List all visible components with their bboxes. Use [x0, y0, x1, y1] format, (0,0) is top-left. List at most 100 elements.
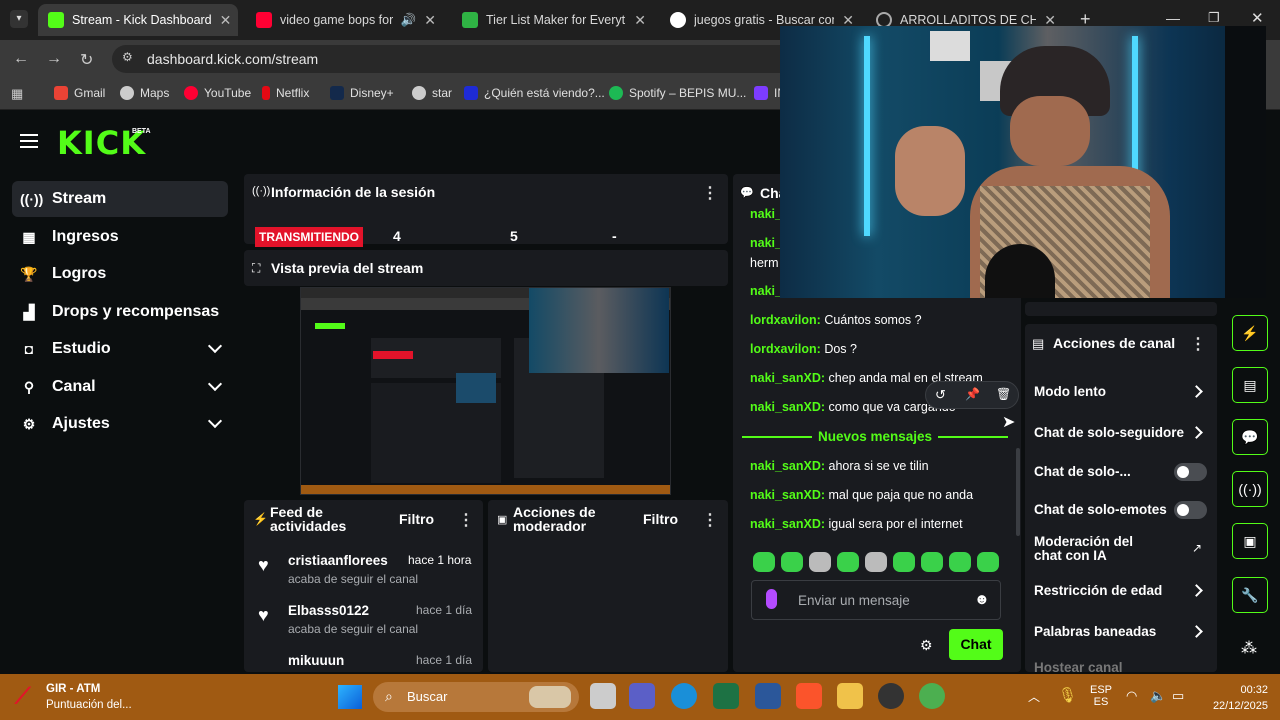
emote-icon[interactable] [781, 552, 803, 572]
quick-action-broadcast-icon[interactable]: ((·)) [1232, 471, 1268, 507]
chrome-icon[interactable] [919, 683, 945, 709]
bookmark-star[interactable]: star [412, 86, 452, 100]
widget-title[interactable]: GIR - ATM [46, 683, 100, 695]
chat-settings-gear-icon[interactable]: ⚙ [920, 637, 933, 654]
close-tab-icon[interactable]: ✕ [634, 12, 646, 29]
menu-icon[interactable] [20, 134, 38, 148]
sidebar-item-ingresos[interactable]: ▦ Ingresos [12, 219, 228, 255]
more-options-icon[interactable]: ⋮ [702, 510, 718, 530]
chat-username[interactable]: naki_ [750, 207, 782, 221]
bookmark-maps[interactable]: Maps [120, 86, 169, 100]
brave-icon[interactable] [796, 683, 822, 709]
emote-icon[interactable] [977, 552, 999, 572]
reload-icon[interactable]: ↻ [80, 50, 93, 70]
action-age-restriction[interactable]: Restricción de edad [1034, 583, 1162, 598]
quick-action-notes-icon[interactable]: ▤ [1232, 367, 1268, 403]
quick-action-wrench-icon[interactable]: 🔧 [1232, 577, 1268, 613]
close-tab-icon[interactable]: ✕ [424, 12, 436, 29]
site-info-icon[interactable]: ⚙ [122, 50, 133, 64]
send-chat-button[interactable]: Chat [949, 629, 1003, 660]
quick-action-chat-icon[interactable]: 💬 [1232, 419, 1268, 455]
sidebar-item-ajustes[interactable]: ⚙ Ajustes [12, 406, 228, 442]
emoji-icon[interactable]: ☻ [974, 591, 990, 608]
action-ai-moderation[interactable]: Moderación del chat con IA [1034, 535, 1164, 563]
sidebar-item-drops[interactable]: ▟ Drops y recompensas [12, 294, 228, 330]
chevron-up-icon[interactable]: ︿ [1028, 688, 1040, 705]
emote-icon[interactable] [837, 552, 859, 572]
solo-emotes-toggle[interactable] [1174, 501, 1207, 519]
solo-subs-toggle[interactable] [1174, 463, 1207, 481]
tab-tier-list[interactable]: Tier List Maker for Everythin ✕ [452, 4, 656, 36]
chat-username[interactable]: naki_ [750, 284, 782, 298]
microphone-icon[interactable] [766, 589, 777, 609]
action-banned-words[interactable]: Palabras baneadas [1034, 624, 1156, 639]
bookmark-netflix[interactable]: Netflix [262, 86, 309, 100]
external-link-icon[interactable]: ↗ [1192, 541, 1202, 555]
emote-icon[interactable] [753, 552, 775, 572]
chat-input[interactable]: Enviar un mensaje ☻ [751, 580, 1001, 620]
chat-username[interactable]: naki_sanXD: [750, 459, 825, 473]
file-explorer-icon[interactable] [837, 683, 863, 709]
clock-time[interactable]: 00:32 [1238, 684, 1268, 696]
widget-subtitle[interactable]: Puntuación del... [46, 699, 132, 711]
edge-icon[interactable] [671, 683, 697, 709]
action-host-channel[interactable]: Hostear canal [1034, 660, 1123, 672]
bookmark-spotify[interactable]: Spotify – BEPIS MU... [609, 86, 746, 100]
chat-scrollbar[interactable] [1016, 448, 1020, 536]
sidebar-item-stream[interactable]: ((·)) Stream [12, 181, 228, 217]
quick-action-layout-icon[interactable]: ▣ [1232, 523, 1268, 559]
close-tab-icon[interactable]: ✕ [220, 12, 232, 29]
microphone-tray-icon[interactable]: 🎙 [1058, 686, 1077, 704]
feed-user[interactable]: cristiaanflorees [288, 553, 388, 568]
trash-icon[interactable]: 🗑 [996, 387, 1011, 401]
bookmark-youtube[interactable]: YouTube [184, 86, 251, 100]
bookmark-gmail[interactable]: Gmail [54, 86, 105, 100]
undo-icon[interactable]: ↺ [935, 387, 946, 403]
chat-username[interactable]: naki_sanXD: [750, 517, 825, 531]
stream-preview-video[interactable] [300, 287, 671, 495]
action-solo-seguidores[interactable]: Chat de solo-seguidore [1034, 425, 1184, 440]
maximize-icon[interactable]: ❐ [1208, 10, 1220, 26]
bookmark-disney[interactable]: Disney+ [330, 86, 394, 100]
emote-icon[interactable] [921, 552, 943, 572]
mod-filter-button[interactable]: Filtro [643, 511, 678, 527]
chat-username[interactable]: naki_sanXD: [750, 371, 825, 385]
tab-youtube[interactable]: video game bops for gri 🔊 ✕ [246, 4, 446, 36]
tab-search-icon[interactable]: ▾ [10, 10, 28, 28]
obs-icon[interactable] [878, 683, 904, 709]
chat-username[interactable]: naki_sanXD: [750, 488, 825, 502]
url-bar[interactable]: ⚙ dashboard.kick.com/stream [112, 45, 812, 73]
sidebar-item-logros[interactable]: 🏆 Logros [12, 256, 228, 292]
connections-icon[interactable]: ⁂ [1241, 638, 1257, 658]
chat-username[interactable]: naki_ [750, 236, 782, 250]
word-icon[interactable] [755, 683, 781, 709]
quick-action-lightning-icon[interactable]: ⚡ [1232, 315, 1268, 351]
speaker-icon[interactable]: 🔊 [401, 13, 417, 28]
apps-grid-icon[interactable]: ▦ [11, 86, 23, 102]
emote-icon[interactable] [949, 552, 971, 572]
clock-date[interactable]: 22/12/2025 [1204, 700, 1268, 712]
sidebar-item-estudio[interactable]: ◘ Estudio [12, 331, 228, 367]
sidebar-item-canal[interactable]: ⚲ Canal [12, 369, 228, 405]
pin-icon[interactable]: 📌 [965, 387, 980, 401]
chat-username[interactable]: lordxavilon: [750, 313, 821, 327]
close-window-icon[interactable]: ✕ [1251, 9, 1264, 27]
chat-username[interactable]: lordxavilon: [750, 342, 821, 356]
more-options-icon[interactable]: ⋮ [1190, 334, 1206, 354]
emote-icon[interactable] [893, 552, 915, 572]
action-modo-lento[interactable]: Modo lento [1034, 384, 1106, 399]
wifi-icon[interactable]: ◠ [1126, 688, 1137, 704]
volume-icon[interactable]: 🔈 [1150, 688, 1166, 704]
feed-user[interactable]: mikuuun [288, 653, 344, 665]
back-icon[interactable]: ← [13, 50, 29, 68]
teams-icon[interactable] [629, 683, 655, 709]
emote-icon[interactable] [809, 552, 831, 572]
bookmark-quien[interactable]: ¿Quién está viendo?... [464, 86, 605, 100]
language-indicator[interactable]: ESP ES [1090, 684, 1112, 708]
feed-filter-button[interactable]: Filtro [399, 511, 434, 527]
tab-kick-dashboard[interactable]: Stream - Kick Dashboard ✕ [38, 4, 238, 36]
minimize-icon[interactable]: — [1166, 10, 1180, 26]
chat-username[interactable]: naki_sanXD: [750, 400, 825, 414]
forward-icon[interactable]: → [46, 50, 62, 68]
feed-user[interactable]: Elbasss0122 [288, 603, 369, 618]
